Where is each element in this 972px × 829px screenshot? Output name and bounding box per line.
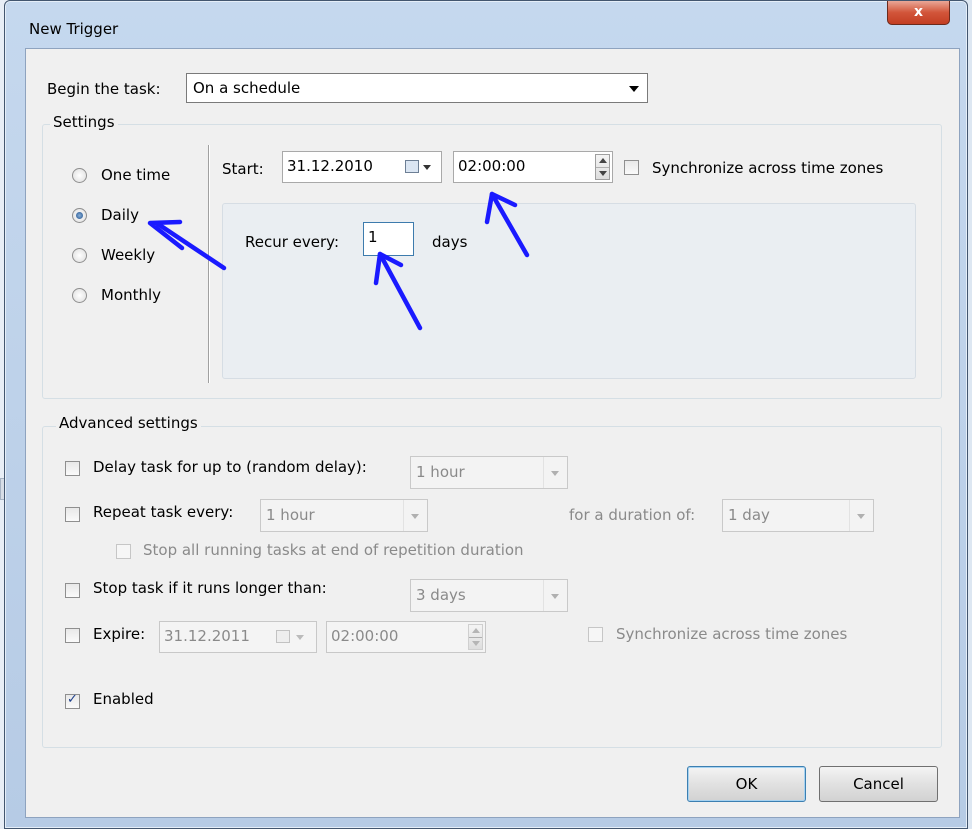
expire-date-picker[interactable]: 31.12.2011: [159, 621, 317, 653]
ok-button[interactable]: OK: [687, 766, 806, 802]
duration-select[interactable]: 1 day: [722, 499, 874, 532]
recur-unit-label: days: [432, 233, 468, 251]
dialog-client-area: Begin the task: On a schedule Settings O…: [25, 48, 960, 818]
radio-weekly-label: Weekly: [101, 246, 156, 264]
stop-longer-label: Stop task if it runs longer than:: [93, 579, 327, 597]
spin-up-icon: [472, 628, 480, 633]
repeat-task-checkbox[interactable]: [65, 507, 80, 522]
delay-task-select[interactable]: 1 hour: [410, 456, 568, 489]
stop-longer-checkbox[interactable]: [65, 583, 80, 598]
spin-divider: [469, 637, 482, 638]
dropdown-button: [543, 457, 567, 488]
repeat-task-label: Repeat task every:: [93, 503, 234, 521]
dropdown-button: [849, 500, 873, 531]
expire-checkbox[interactable]: [65, 628, 80, 643]
duration-label: for a duration of:: [569, 506, 696, 524]
recurrence-panel: [222, 203, 916, 379]
dropdown-button: [403, 500, 427, 531]
start-time-spinner[interactable]: [595, 154, 610, 180]
chevron-down-icon: [411, 514, 419, 519]
dialog-title: New Trigger: [29, 20, 119, 38]
calendar-icon: [276, 630, 290, 643]
begin-task-value: On a schedule: [193, 79, 301, 97]
spin-down-icon: [599, 171, 607, 176]
chevron-down-icon: [857, 514, 865, 519]
radio-daily[interactable]: [72, 208, 87, 223]
recur-every-label: Recur every:: [245, 233, 340, 251]
advanced-settings-title: Advanced settings: [56, 414, 201, 432]
sync-timezones-label: Synchronize across time zones: [652, 159, 884, 177]
repeat-task-value: 1 hour: [266, 506, 315, 524]
expire-sync-timezones-label: Synchronize across time zones: [616, 625, 848, 643]
stop-longer-value: 3 days: [416, 586, 466, 604]
enabled-checkbox[interactable]: [65, 692, 80, 709]
start-time-value: 02:00:00: [458, 157, 526, 175]
begin-task-select[interactable]: On a schedule: [186, 73, 648, 103]
sync-timezones-checkbox[interactable]: [624, 160, 639, 175]
repeat-task-select[interactable]: 1 hour: [260, 499, 428, 532]
duration-value: 1 day: [728, 506, 770, 524]
cancel-button[interactable]: Cancel: [819, 766, 938, 802]
new-trigger-dialog: New Trigger x Begin the task: On a sched…: [4, 0, 968, 829]
chevron-down-icon: [423, 165, 431, 170]
begin-task-label: Begin the task:: [47, 80, 161, 98]
start-date-value: 31.12.2010: [287, 157, 373, 175]
expire-date-value: 31.12.2011: [164, 627, 250, 645]
expire-sync-timezones-checkbox[interactable]: [588, 627, 603, 642]
close-button[interactable]: x: [887, 1, 950, 25]
close-icon: x: [913, 4, 924, 20]
start-date-picker[interactable]: 31.12.2010: [282, 151, 442, 183]
spin-up-icon: [599, 158, 607, 163]
spin-divider: [596, 167, 609, 168]
radio-monthly[interactable]: [72, 288, 87, 303]
expire-label: Expire:: [93, 625, 146, 643]
radio-one-time-label: One time: [101, 166, 171, 184]
delay-task-value: 1 hour: [416, 463, 465, 481]
radio-weekly[interactable]: [72, 248, 87, 263]
settings-group-title: Settings: [50, 113, 118, 131]
chevron-down-icon: [629, 86, 639, 92]
expire-time-input[interactable]: 02:00:00: [326, 621, 486, 653]
stop-longer-select[interactable]: 3 days: [410, 579, 568, 612]
radio-one-time[interactable]: [72, 168, 87, 183]
calendar-icon: [405, 160, 419, 173]
spin-down-icon: [472, 641, 480, 646]
expire-time-spinner[interactable]: [468, 624, 483, 650]
dropdown-button: [543, 580, 567, 611]
settings-divider: [208, 145, 209, 383]
chevron-down-icon: [551, 594, 559, 599]
stop-all-tasks-label: Stop all running tasks at end of repetit…: [143, 541, 524, 559]
recur-every-input[interactable]: 1: [363, 222, 414, 256]
stop-all-tasks-checkbox[interactable]: [116, 544, 131, 559]
start-time-input[interactable]: 02:00:00: [453, 151, 613, 183]
radio-monthly-label: Monthly: [101, 286, 162, 304]
radio-daily-label: Daily: [101, 206, 139, 224]
expire-time-value: 02:00:00: [331, 627, 399, 645]
chevron-down-icon: [296, 635, 304, 640]
enabled-label: Enabled: [93, 690, 154, 708]
delay-task-label: Delay task for up to (random delay):: [93, 458, 367, 476]
delay-task-checkbox[interactable]: [65, 461, 80, 476]
recur-every-value: 1: [368, 228, 378, 246]
chevron-down-icon: [551, 471, 559, 476]
start-label: Start:: [222, 160, 264, 178]
